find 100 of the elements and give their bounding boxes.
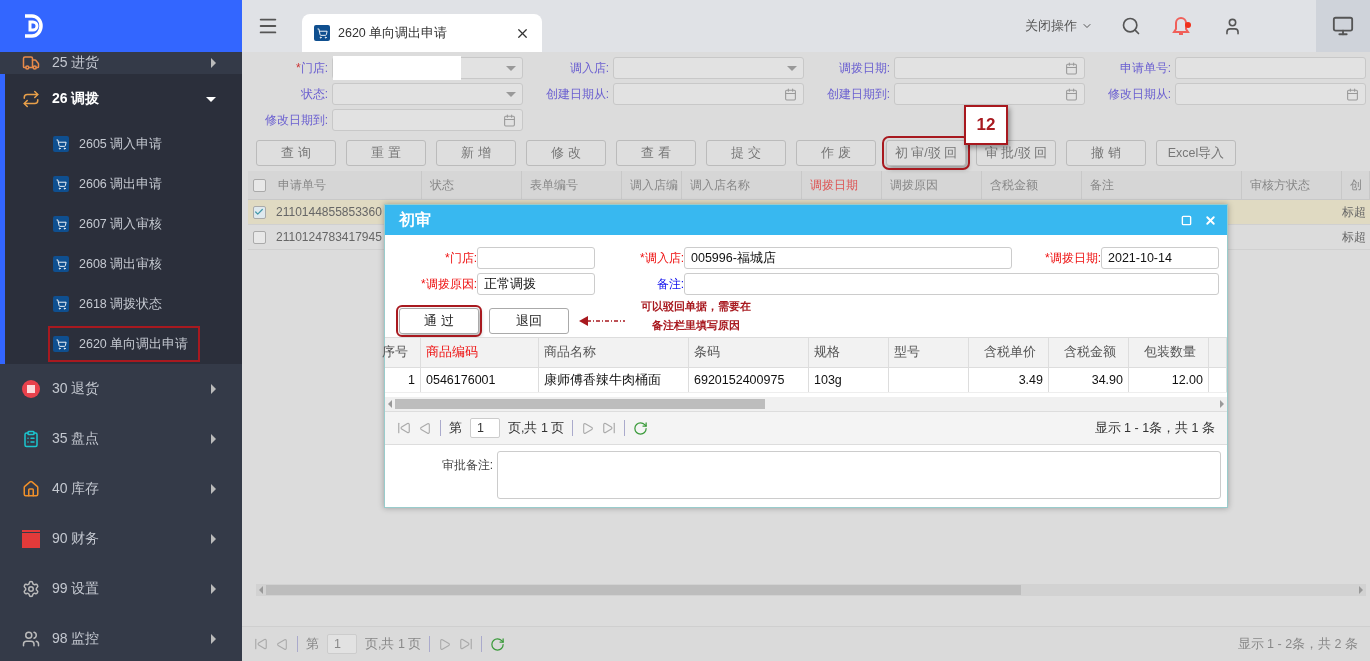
- monitor-icon[interactable]: [1332, 15, 1354, 37]
- next-page-icon[interactable]: [438, 637, 452, 651]
- calendar-icon[interactable]: [1346, 87, 1359, 101]
- date-field[interactable]: [613, 83, 804, 105]
- previous-page-icon[interactable]: [276, 637, 289, 651]
- close-operations-menu[interactable]: 关闭操作: [1011, 17, 1107, 35]
- toolbar-button[interactable]: 新 增: [436, 140, 516, 166]
- toolbar-button[interactable]: 作 废: [796, 140, 876, 166]
- sidebar-group[interactable]: 25 进货: [0, 52, 242, 74]
- refresh-icon[interactable]: [490, 636, 506, 652]
- field-label: *调拨日期:: [1044, 249, 1101, 267]
- field-label: *门店:: [444, 249, 477, 267]
- toolbar-button[interactable]: 审 批/驳 回: [976, 140, 1056, 166]
- date-field[interactable]: [1175, 83, 1366, 105]
- column-header: 含税金额: [982, 171, 1082, 199]
- calendar-icon[interactable]: [784, 87, 797, 101]
- filter-label: *门店:: [295, 59, 328, 77]
- toolbar-button[interactable]: 查 看: [616, 140, 696, 166]
- scrollbar-thumb[interactable]: [395, 399, 766, 409]
- remark-textarea[interactable]: [497, 451, 1221, 499]
- horizontal-scrollbar[interactable]: [256, 584, 1366, 596]
- column-header: 审核方状态: [1242, 171, 1342, 199]
- sidebar-group[interactable]: 90 财务: [0, 514, 242, 564]
- toolbar-button[interactable]: 查 询: [256, 140, 336, 166]
- input-field[interactable]: [477, 247, 595, 269]
- cart-icon: [53, 256, 69, 272]
- refresh-icon[interactable]: [633, 420, 649, 436]
- date-field[interactable]: [894, 83, 1085, 105]
- table-cell: 康师傅香辣牛肉桶面: [539, 368, 689, 392]
- input-field[interactable]: [1175, 57, 1366, 79]
- filter-label: 创建日期从:: [544, 85, 609, 103]
- calendar-icon[interactable]: [503, 113, 516, 127]
- dropdown-caret-icon[interactable]: [787, 65, 797, 71]
- expand-arrow-icon: [211, 584, 216, 594]
- last-page-icon[interactable]: [459, 637, 474, 651]
- expand-arrow-icon: [211, 384, 216, 394]
- scroll-right-icon[interactable]: [1359, 586, 1363, 594]
- cart-icon: [53, 216, 69, 232]
- sidebar-item[interactable]: 2606 调出申请: [53, 168, 173, 200]
- toolbar-button[interactable]: 修 改: [526, 140, 606, 166]
- sidebar-group[interactable]: 30 退货: [0, 364, 242, 414]
- cart-icon: [314, 25, 330, 41]
- calendar-icon[interactable]: [1065, 61, 1078, 75]
- last-page-icon[interactable]: [602, 421, 617, 435]
- toolbar-button[interactable]: 撤 销: [1066, 140, 1146, 166]
- cart-icon: [53, 176, 69, 192]
- toolbar-button[interactable]: 重 置: [346, 140, 426, 166]
- sidebar-item[interactable]: 2620 单向调出申请: [50, 328, 199, 360]
- table-cell: 34.90: [1049, 368, 1129, 392]
- maximize-icon[interactable]: [1181, 214, 1192, 226]
- toolbar-button[interactable]: 提 交: [706, 140, 786, 166]
- pointer-arrow: [579, 316, 625, 326]
- scrollbar-thumb[interactable]: [266, 585, 1021, 595]
- sidebar-group[interactable]: 35 盘点: [0, 414, 242, 464]
- clipboard-icon: [22, 430, 40, 448]
- select-field[interactable]: [332, 57, 523, 79]
- warehouse-icon: [22, 480, 40, 498]
- page-number-field[interactable]: 1: [470, 418, 500, 438]
- column-header: 调入店编: [622, 171, 682, 199]
- sidebar-group[interactable]: 99 设置: [0, 564, 242, 614]
- sidebar-item[interactable]: 2605 调入申请: [53, 128, 173, 160]
- input-field[interactable]: 2021-10-14: [1101, 247, 1219, 269]
- page-tab[interactable]: 2620 单向调出申请: [302, 14, 542, 52]
- table-cell-text: 标超: [1342, 228, 1367, 246]
- filter-label: 调拨日期:: [837, 59, 890, 77]
- column-header: 调入店名称: [682, 171, 802, 199]
- user-icon[interactable]: [1223, 16, 1242, 36]
- sidebar-group[interactable]: 26 调拨: [5, 74, 242, 124]
- calendar-icon[interactable]: [1065, 87, 1078, 101]
- row-checkbox[interactable]: [252, 205, 266, 219]
- horizontal-scrollbar[interactable]: [385, 397, 1227, 411]
- sidebar-group[interactable]: 98 监控: [0, 614, 242, 661]
- field-label: *调拨原因:: [420, 275, 477, 293]
- select-all-checkbox[interactable]: [252, 178, 266, 192]
- previous-page-icon[interactable]: [419, 421, 432, 435]
- input-field[interactable]: 005996-福城店: [684, 247, 1012, 269]
- sidebar-item[interactable]: 2608 调出审核: [53, 248, 173, 280]
- expand-arrow-icon: [211, 484, 216, 494]
- column-header: 规格: [809, 338, 889, 367]
- row-checkbox[interactable]: [252, 230, 266, 244]
- dialog-button[interactable]: 通 过: [399, 308, 479, 334]
- input-field[interactable]: [684, 273, 1219, 295]
- dialog-button[interactable]: 退回: [489, 308, 569, 334]
- dropdown-caret-icon[interactable]: [506, 65, 516, 71]
- cart-icon: [53, 296, 69, 312]
- first-page-icon[interactable]: [397, 421, 411, 435]
- date-field[interactable]: [332, 109, 523, 131]
- dropdown-caret-icon[interactable]: [506, 91, 516, 97]
- sidebar-item[interactable]: 2607 调入审核: [53, 208, 173, 240]
- input-field[interactable]: 正常调拨: [477, 273, 595, 295]
- select-field[interactable]: [613, 57, 804, 79]
- date-field[interactable]: [894, 57, 1085, 79]
- sidebar-item[interactable]: 2618 调拨状态: [53, 288, 173, 320]
- search-icon[interactable]: [1121, 16, 1141, 36]
- next-page-icon[interactable]: [581, 421, 595, 435]
- sidebar-group[interactable]: 40 库存: [0, 464, 242, 514]
- first-page-icon[interactable]: [254, 637, 268, 651]
- select-field[interactable]: [332, 83, 523, 105]
- toolbar-button[interactable]: Excel导入: [1156, 140, 1236, 166]
- column-header: 条码: [689, 338, 809, 367]
